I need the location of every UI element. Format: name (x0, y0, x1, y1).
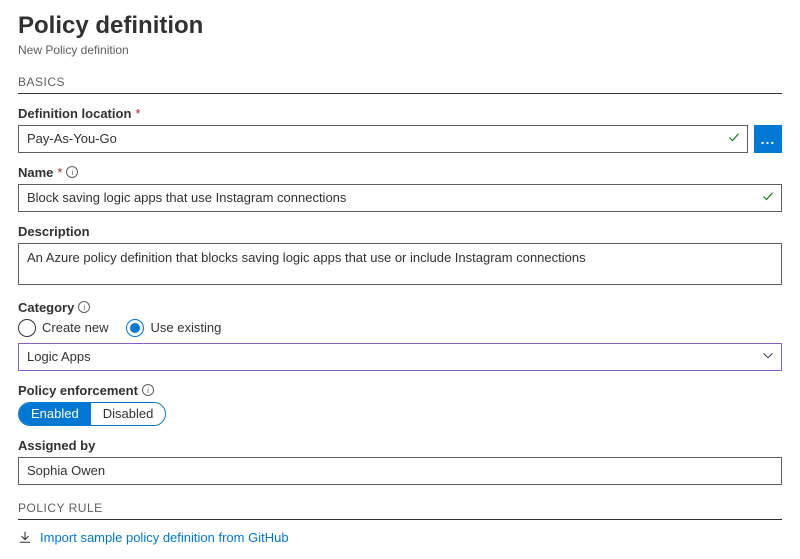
description-input[interactable]: An Azure policy definition that blocks s… (18, 243, 782, 285)
label-definition-location-text: Definition location (18, 106, 131, 121)
info-icon[interactable]: i (78, 301, 90, 313)
category-select-value: Logic Apps (27, 349, 91, 364)
toggle-disabled[interactable]: Disabled (91, 403, 166, 425)
download-icon (18, 530, 32, 544)
field-policy-enforcement: Policy enforcement i Enabled Disabled (18, 383, 782, 426)
field-description: Description An Azure policy definition t… (18, 224, 782, 288)
radio-icon-selected (126, 319, 144, 337)
radio-use-existing[interactable]: Use existing (126, 319, 221, 337)
page-title: Policy definition (18, 12, 782, 41)
assigned-by-input[interactable] (18, 457, 782, 485)
label-name-text: Name (18, 165, 53, 180)
import-github-link[interactable]: Import sample policy definition from Git… (18, 530, 289, 545)
toggle-enabled[interactable]: Enabled (19, 403, 91, 425)
definition-location-browse-button[interactable]: ... (754, 125, 782, 153)
section-basics-header: BASICS (18, 75, 782, 94)
import-github-link-text: Import sample policy definition from Git… (40, 530, 289, 545)
label-assigned-by: Assigned by (18, 438, 782, 453)
field-category: Category i Create new Use existing Logic… (18, 300, 782, 371)
info-icon[interactable]: i (142, 384, 154, 396)
required-marker: * (57, 165, 62, 180)
radio-use-existing-label: Use existing (150, 320, 221, 335)
field-assigned-by: Assigned by (18, 438, 782, 485)
policy-enforcement-toggle[interactable]: Enabled Disabled (18, 402, 166, 426)
label-category: Category i (18, 300, 782, 315)
radio-create-new-label: Create new (42, 320, 108, 335)
name-input[interactable] (18, 184, 782, 212)
radio-icon (18, 319, 36, 337)
label-policy-enforcement: Policy enforcement i (18, 383, 782, 398)
category-select[interactable]: Logic Apps (18, 343, 782, 371)
label-definition-location: Definition location * (18, 106, 782, 121)
info-icon[interactable]: i (66, 166, 78, 178)
section-policy-rule-header: POLICY RULE (18, 501, 782, 520)
label-category-text: Category (18, 300, 74, 315)
label-name: Name * i (18, 165, 782, 180)
definition-location-input[interactable] (18, 125, 748, 153)
page-header: Policy definition New Policy definition (18, 12, 782, 57)
label-description: Description (18, 224, 782, 239)
page-subtitle: New Policy definition (18, 43, 782, 57)
ellipsis-icon: ... (761, 131, 776, 147)
field-name: Name * i (18, 165, 782, 212)
field-definition-location: Definition location * ... (18, 106, 782, 153)
label-policy-enforcement-text: Policy enforcement (18, 383, 138, 398)
radio-create-new[interactable]: Create new (18, 319, 108, 337)
required-marker: * (135, 106, 140, 121)
